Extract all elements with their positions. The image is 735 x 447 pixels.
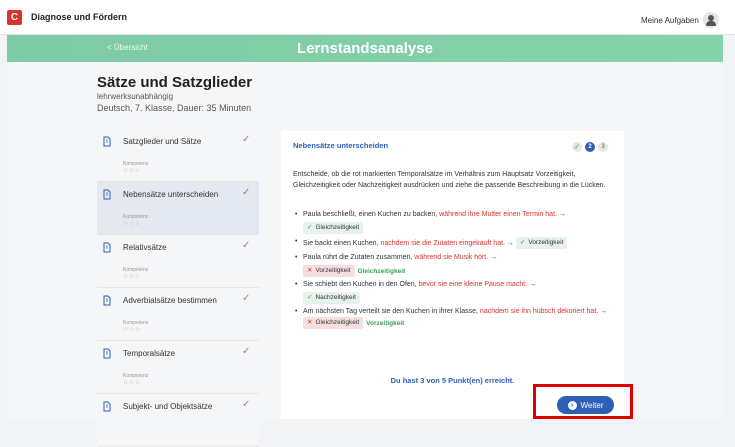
app-logo: C [7,9,22,25]
answer-text: Gleichzeitigkeit [315,319,360,326]
sidebar-item-subjektsaetze[interactable]: Subjekt- und Objektsätze ✓ [97,394,259,447]
answer-text: Gleichzeitigkeit [315,224,360,231]
sidebar-item-temporalsaetze[interactable]: Temporalsätze ✓ Kompetenz ☆☆☆ [97,341,259,394]
check-icon: ✓ [242,399,251,410]
check-icon: ✓ [307,224,313,231]
task-instructions: Entscheide, ob die rot markierten Tempor… [293,171,606,189]
correct-answer: Gleichzeitigkeit [357,267,406,275]
book-icon [103,136,111,147]
sidebar-item-adverbialsaetze[interactable]: Adverbialsätze bestimmen ✓ Kompetenz ☆☆☆ [97,288,259,341]
competence-stars: ☆☆☆ [123,327,141,333]
arrow: → [527,281,537,288]
cross-icon: ✕ [307,267,313,274]
step-current: 2 [585,142,595,152]
sidebar-item-label: Nebensätze unterscheiden [123,190,219,199]
competence-stars: ☆☆☆ [123,168,141,174]
step-indicator: ✓ 2 3 [572,142,608,152]
chapter-sidebar: Satzglieder und Sätze ✓ Kompetenz ☆☆☆ Ne… [97,129,259,447]
task-items: Paula beschließt, einen Kuchen zu backen… [295,210,617,329]
sentence-text: Paula beschließt, einen Kuchen zu backen… [303,211,440,218]
test-title: Sätze und Satzglieder [97,74,253,91]
book-icon [103,348,111,359]
book-icon [103,242,111,253]
marked-clause: nachdem sie die Zutaten eingekauft hat. [380,239,505,247]
check-icon: ✓ [519,239,526,246]
test-meta: Deutsch, 7. Klasse, Dauer: 35 Minuten [97,103,252,113]
arrow: → [556,211,566,218]
book-icon [103,295,111,306]
task-item: Sie backt einen Kuchen, nachdem sie die … [295,237,617,249]
task-item: Paula rührt die Zutaten zusammen, währen… [295,253,617,277]
answer-chip[interactable]: ✕ Vorzeitigkeit [303,265,355,277]
marked-clause: bevor sie eine kleine Pause macht. [418,281,528,288]
sidebar-item-nebensaetze[interactable]: Nebensätze unterscheiden ✓ Kompetenz ☆☆☆ [97,182,259,235]
next-button-label: Weiter [580,400,604,410]
arrow: → [504,239,514,247]
arrow: → [488,254,498,261]
top-bar: C Diagnose und Fördern Meine Aufgaben [0,0,735,35]
sentence-text: Sie backt einen Kuchen, [303,239,381,247]
answer-text: Vorzeitigkeit [315,267,351,274]
test-subtitle: lehrwerksunabhängig [97,92,174,101]
step-next: 3 [598,142,608,152]
sentence-text: Sie schiebt den Kuchen in den Ofen, [303,281,419,288]
sidebar-item-label: Subjekt- und Objektsätze [123,402,213,411]
task-item: Paula beschließt, einen Kuchen zu backen… [295,210,617,234]
check-icon: ✓ [242,240,251,251]
sidebar-item-label: Adverbialsätze bestimmen [123,296,217,305]
correct-answer: Vorzeitigkeit [366,319,405,327]
answer-chip[interactable]: ✓ Vorzeitigkeit [515,237,568,249]
task-item: Sie schiebt den Kuchen in den Ofen, bevo… [295,280,617,304]
cross-icon: ✕ [307,319,313,326]
check-icon: ✓ [307,294,313,301]
competence-stars: ☆☆☆ [123,274,141,280]
sidebar-item-label: Relativsätze [123,243,167,252]
step-done-check-icon: ✓ [572,142,582,152]
check-icon: ✓ [242,293,251,304]
marked-clause: nachdem sie ihn hübsch dekoriert hat. [479,308,599,315]
book-icon [103,401,111,412]
arrow: → [598,308,608,315]
answer-chip[interactable]: ✓ Nachzeitigkeit [303,292,360,304]
next-button[interactable]: › Weiter [557,396,614,414]
page-title: Lernstandsanalyse [297,40,433,57]
sidebar-item-satzglieder[interactable]: Satzglieder und Sätze ✓ Kompetenz ☆☆☆ [97,129,259,182]
check-icon: ✓ [242,346,251,357]
sidebar-item-label: Temporalsätze [123,349,176,358]
competence-stars: ☆☆☆ [123,380,141,386]
check-icon: ✓ [242,187,251,198]
answer-chip[interactable]: ✕ Gleichzeitigkeit [303,317,364,329]
chevron-right-icon: › [567,400,577,410]
sentence-text: Paula rührt die Zutaten zusammen, [303,254,415,261]
sentence-text: Am nächsten Tag verteilt sie den Kuchen … [303,308,480,315]
marked-clause: während sie Musik hört. [414,254,489,261]
check-icon: ✓ [242,134,251,145]
my-tasks-link[interactable]: Meine Aufgaben [641,16,699,25]
answer-text: Vorzeitigkeit [528,239,564,246]
competence-stars: ☆☆☆ [123,221,141,227]
sidebar-item-relativsaetze[interactable]: Relativsätze ✓ Kompetenz ☆☆☆ [97,235,259,288]
user-icon[interactable] [703,12,719,28]
task-card: Nebensätze unterscheiden ✓ 2 3 Entscheid… [281,131,624,419]
task-item: Am nächsten Tag verteilt sie den Kuchen … [295,307,617,329]
answer-chip[interactable]: ✓ Gleichzeitigkeit [303,222,364,234]
page-header-bar: < Übersicht Lernstandsanalyse [7,35,723,62]
answer-text: Nachzeitigkeit [315,294,356,301]
marked-clause: während ihre Mutter einen Termin hat. [439,211,557,218]
book-icon [103,189,111,200]
sidebar-item-label: Satzglieder und Sätze [123,137,202,146]
task-title: Nebensätze unterscheiden [293,141,389,150]
app-title: Diagnose und Fördern [31,12,128,22]
